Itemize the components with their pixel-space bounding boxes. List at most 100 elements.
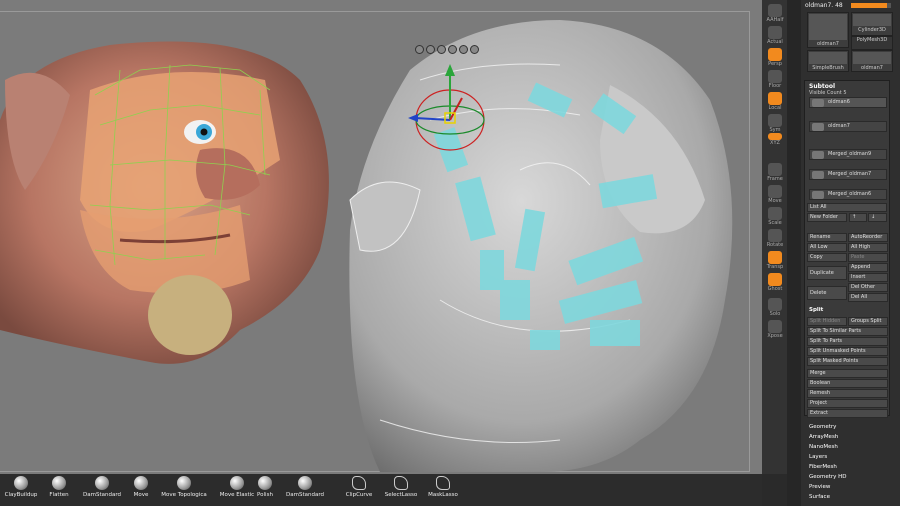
surface-menu[interactable]: Surface <box>809 494 830 500</box>
autoreorder-button[interactable]: AutoReorder <box>848 233 888 242</box>
split-title[interactable]: Split <box>809 307 823 313</box>
shelf-persp[interactable]: Persp <box>765 48 785 67</box>
scale-icon <box>768 207 782 220</box>
clay-head-model <box>349 20 733 472</box>
tool-thumb-oldman7[interactable]: oldman7 <box>807 12 849 48</box>
duplicate-button[interactable]: Duplicate <box>807 266 847 280</box>
split-unmasked-button[interactable]: Split Unmasked Points <box>807 347 888 356</box>
shelf-aahalf[interactable]: AAHalf <box>765 4 785 23</box>
extract-menu[interactable]: Extract <box>807 409 888 418</box>
geometry-hd-menu[interactable]: Geometry HD <box>809 474 847 480</box>
merge-menu[interactable]: Merge <box>807 369 888 378</box>
subtool-item-merged-oldman6[interactable]: Merged_oldman6 <box>809 189 887 200</box>
shelf-rotate[interactable]: Rotate <box>765 229 785 248</box>
groups-split-button[interactable]: Groups Split <box>848 317 888 326</box>
tool-slider[interactable] <box>851 3 891 8</box>
shelf-ghost[interactable]: Ghost <box>765 273 785 292</box>
shelf-solo[interactable]: Solo <box>765 298 785 317</box>
shelf-xpose[interactable]: Xpose <box>765 320 785 339</box>
tool-palette: oldman7. 48 oldman7 Cylinder3D PolyMesh3… <box>801 0 900 506</box>
tool-thumb-polymesh[interactable]: PolyMesh3D <box>851 36 893 50</box>
gizmo-toolbar[interactable] <box>415 45 479 54</box>
shelf-sym[interactable]: Sym <box>765 114 785 133</box>
subtool-thumb-icon <box>812 191 824 199</box>
tool-name: oldman7. 48 <box>805 2 843 9</box>
delete-button[interactable]: Delete <box>807 286 847 300</box>
shelf-frame[interactable]: Frame <box>765 163 785 182</box>
pin-icon[interactable] <box>437 45 446 54</box>
split-parts-button[interactable]: Split To Parts <box>807 337 888 346</box>
brush-masklasso[interactable]: MaskLasso <box>418 476 468 498</box>
brush-move-topological[interactable]: Move Topologica <box>158 476 210 498</box>
fibermesh-menu[interactable]: FiberMesh <box>809 464 837 470</box>
layers-menu[interactable]: Layers <box>809 454 827 460</box>
subtool-panel: Subtool Visible Count 5 oldman6 oldman7 … <box>804 80 890 418</box>
frame-icon <box>768 163 782 176</box>
all-low-button[interactable]: All Low <box>807 243 847 252</box>
colored-head-model <box>0 41 329 364</box>
rotate-icon <box>768 229 782 242</box>
subtool-item-merged-oldman9[interactable]: Merged_oldman9 <box>809 149 887 160</box>
lock-icon[interactable] <box>459 45 468 54</box>
tool-thumb-cylinder[interactable]: Cylinder3D <box>851 12 893 36</box>
shelf-move[interactable]: Move <box>765 185 785 204</box>
pivot-icon[interactable] <box>426 45 435 54</box>
move-down-icon[interactable]: ↓ <box>868 213 887 222</box>
del-other-button[interactable]: Del Other <box>848 283 888 292</box>
insert-button[interactable]: Insert <box>848 273 888 282</box>
copy-button[interactable]: Copy <box>807 253 847 262</box>
boolean-menu[interactable]: Boolean <box>807 379 888 388</box>
subtool-item-oldman7[interactable]: oldman7 <box>809 121 887 132</box>
list-all-button[interactable]: List All <box>807 203 887 212</box>
reset-icon[interactable] <box>470 45 479 54</box>
all-high-button[interactable]: All High <box>848 243 888 252</box>
arraymesh-menu[interactable]: ArrayMesh <box>809 434 838 440</box>
subtool-thumb-icon <box>812 99 824 107</box>
shelf-floor[interactable]: Floor <box>765 70 785 89</box>
oldman-small-icon <box>853 52 891 64</box>
tool-thumb-simplebrush[interactable]: SimpleBrush <box>807 50 849 72</box>
project-menu[interactable]: Project <box>807 399 888 408</box>
polish-icon <box>258 476 272 490</box>
paste-button[interactable]: Paste <box>848 253 888 262</box>
shelf-transp[interactable]: Transp <box>765 251 785 270</box>
geometry-menu[interactable]: Geometry <box>809 424 836 430</box>
shelf-local[interactable]: Local <box>765 92 785 111</box>
move-brush-icon <box>134 476 148 490</box>
canvas-viewport[interactable] <box>0 0 762 474</box>
split-masked-button[interactable]: Split Masked Points <box>807 357 888 366</box>
move-up-icon[interactable]: ↑ <box>849 213 867 222</box>
move-icon <box>768 185 782 198</box>
brush-damstandard-2[interactable]: DamStandard <box>280 476 330 498</box>
selectlasso-icon <box>394 476 408 490</box>
gear-icon[interactable] <box>415 45 424 54</box>
remesh-menu[interactable]: Remesh <box>807 389 888 398</box>
subtool-thumb-icon <box>812 123 824 131</box>
tool-thumb-oldman7-small[interactable]: oldman7 <box>851 50 893 72</box>
persp-icon <box>768 48 782 61</box>
subtool-item-oldman6[interactable]: oldman6 <box>809 97 887 108</box>
visible-count: Visible Count 5 <box>809 90 847 96</box>
subtool-item-merged-oldman7[interactable]: Merged_oldman7 <box>809 169 887 180</box>
preview-menu[interactable]: Preview <box>809 484 830 490</box>
append-button[interactable]: Append <box>848 263 888 272</box>
shelf-scale[interactable]: Scale <box>765 207 785 226</box>
cylinder-icon <box>853 14 891 26</box>
clipcurve-icon <box>352 476 366 490</box>
shelf-xyz[interactable]: XYZ <box>765 133 785 146</box>
shelf-actual[interactable]: Actual <box>765 26 785 45</box>
del-all-button[interactable]: Del All <box>848 293 888 302</box>
split-hidden-button[interactable]: Split Hidden <box>807 317 847 326</box>
masklasso-icon <box>436 476 450 490</box>
nanomesh-menu[interactable]: NanoMesh <box>809 444 838 450</box>
floor-icon <box>768 70 782 83</box>
damstandard-icon <box>298 476 312 490</box>
split-similar-button[interactable]: Split To Similar Parts <box>807 327 888 336</box>
panel-scrollbar[interactable] <box>787 0 801 506</box>
xpose-icon <box>768 320 782 333</box>
home-icon[interactable] <box>448 45 457 54</box>
new-folder-button[interactable]: New Folder <box>807 213 847 222</box>
sym-icon <box>768 114 782 127</box>
rename-button[interactable]: Rename <box>807 233 847 242</box>
aahalf-icon <box>768 4 782 17</box>
